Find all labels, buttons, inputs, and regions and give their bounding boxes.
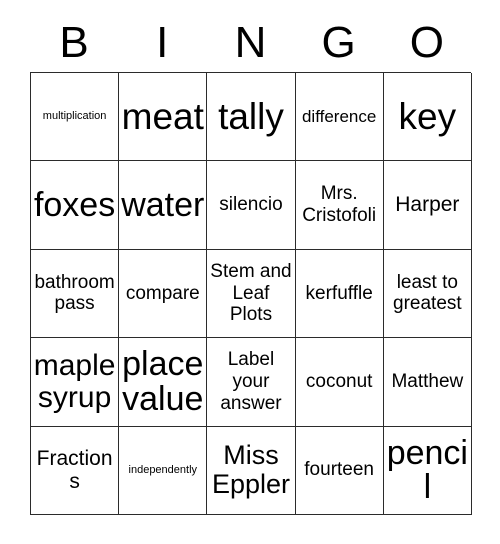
bingo-cell-label: tally [218,96,284,138]
bingo-cell-label: independently [128,463,198,476]
bingo-cell[interactable]: silencio [207,161,296,250]
bingo-cell-label: silencio [219,194,283,216]
bingo-cell[interactable]: place value [119,338,208,427]
bingo-cell[interactable]: maple syrup [31,338,120,427]
bingo-cell[interactable]: multiplication [31,73,120,162]
bingo-cell[interactable]: Fractions [31,426,120,515]
bingo-row: foxes water silencio Mrs. Cristofoli Har… [31,161,472,250]
bingo-cell[interactable]: pencil [383,426,472,515]
bingo-cell[interactable]: fourteen [295,426,384,515]
bingo-cell[interactable]: compare [119,249,208,339]
bingo-row: multiplication meat tally difference key [31,73,472,162]
bingo-cell[interactable]: least to greatest [383,249,472,339]
bingo-cell-label: key [398,96,457,138]
bingo-cell[interactable]: Label your answer [207,338,296,427]
bingo-cell-label: foxes [33,185,116,224]
bingo-cell-label: place value [122,345,204,418]
bingo-header-letter-i: I [156,18,169,67]
bingo-cell[interactable]: key [383,73,472,162]
bingo-cell[interactable]: bathroom pass [31,249,120,339]
bingo-cell[interactable]: Mrs. Cristofoli [295,161,384,250]
bingo-row: maple syrup place value Label your answe… [31,338,472,427]
bingo-cell-label: Harper [395,193,460,217]
bingo-cell-label: Fractions [36,446,113,494]
bingo-cell[interactable]: tally [207,73,296,162]
bingo-cell-label: meat [121,96,204,138]
bingo-cell-label: least to greatest [393,271,462,315]
bingo-row: Fractions independently Miss Eppler four… [31,426,472,515]
bingo-cell-label: kerfuffle [305,282,373,304]
bingo-cell-label: Stem and Leaf Plots [210,260,292,326]
bingo-cell[interactable]: meat [119,73,208,162]
bingo-cell-label: fourteen [304,459,375,481]
bingo-cell-label: bathroom pass [34,271,115,315]
bingo-cell-label: Mrs. Cristofoli [302,183,377,227]
bingo-grid: multiplication meat tally difference key… [30,72,472,515]
bingo-cell[interactable]: Miss Eppler [207,426,296,515]
bingo-cell[interactable]: water [119,161,208,250]
bingo-header-letter-n: N [234,18,267,67]
bingo-cell[interactable]: Matthew [383,338,472,427]
bingo-cell-label: Matthew [391,371,464,393]
bingo-header-letter-b: B [59,18,89,67]
bingo-cell[interactable]: Harper [383,161,472,250]
bingo-cell[interactable]: coconut [295,338,384,427]
bingo-cell[interactable]: independently [119,426,208,515]
bingo-cell-label: maple syrup [33,349,116,414]
bingo-cell-label: Label your answer [220,349,282,414]
bingo-cell[interactable]: Stem and Leaf Plots [207,249,296,339]
bingo-header-letter-g: G [321,18,356,67]
bingo-cell[interactable]: foxes [31,161,120,250]
bingo-header-row: B I N G O [30,14,471,72]
bingo-cell-label: pencil [386,433,468,507]
bingo-cell-label: compare [125,282,200,304]
bingo-cell[interactable]: difference [295,73,384,162]
bingo-header-letter-o: O [409,18,444,67]
bingo-cell-label: difference [301,107,377,127]
bingo-row: bathroom pass compare Stem and Leaf Plot… [31,249,472,339]
bingo-cell-label: multiplication [42,110,107,123]
bingo-cell-label: water [121,185,205,224]
bingo-card: B I N G O multiplication meat tally diff… [30,14,472,515]
bingo-cell-label: coconut [305,371,373,393]
bingo-cell-label: Miss Eppler [211,440,290,500]
bingo-cell[interactable]: kerfuffle [295,249,384,339]
